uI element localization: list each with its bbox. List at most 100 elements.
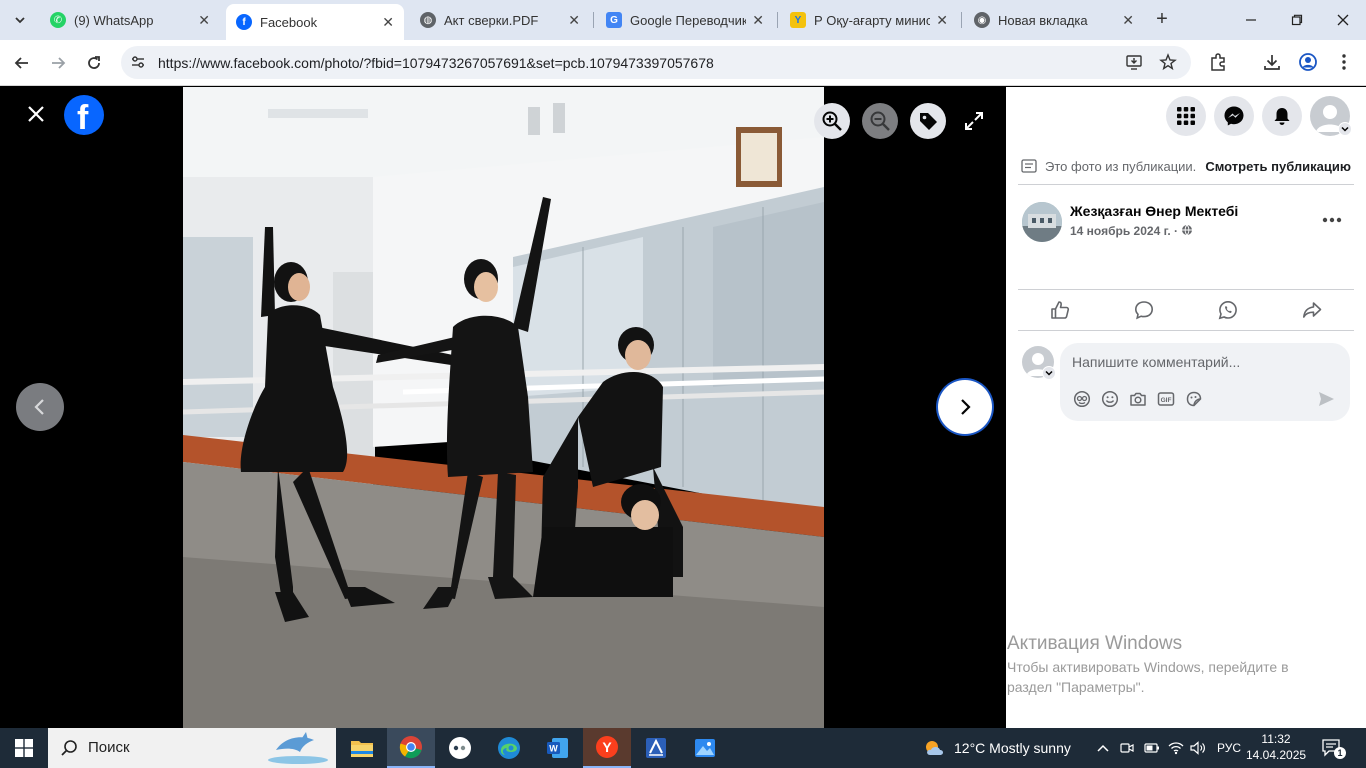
folder-icon: [351, 741, 373, 757]
profile-icon[interactable]: [1297, 52, 1319, 74]
post-photo[interactable]: [183, 87, 824, 728]
share-button[interactable]: [1290, 299, 1334, 321]
next-photo-button[interactable]: [941, 383, 989, 431]
comment-input[interactable]: Напишите комментарий... GIF: [1060, 343, 1350, 421]
messenger-button[interactable]: [1214, 96, 1254, 136]
send-icon: [1319, 392, 1334, 406]
taskbar-chrome[interactable]: [387, 728, 435, 768]
gif-button[interactable]: GIF: [1156, 389, 1176, 409]
tag-photo-button[interactable]: [910, 103, 946, 139]
post-text-icon: [1021, 159, 1037, 173]
sticker-button[interactable]: [1184, 389, 1204, 409]
from-post-bar: Это фото из публикации. Смотреть публика…: [1021, 155, 1351, 177]
tab-pdf[interactable]: ◍ Акт сверки.PDF ✕: [410, 5, 590, 35]
whatsapp-icon: [1218, 300, 1237, 320]
post-date[interactable]: 14 ноябрь 2024 г. ·: [1070, 224, 1193, 238]
more-options-icon: [1322, 217, 1342, 223]
chevron-right-icon: [961, 399, 971, 415]
language-indicator[interactable]: РУС: [1217, 728, 1241, 768]
arrow-right-icon: [52, 57, 66, 69]
previous-photo-button[interactable]: [16, 383, 64, 431]
meet-now-icon[interactable]: [1120, 728, 1134, 768]
tab-google-translate[interactable]: G Google Переводчик ✕: [596, 5, 774, 35]
taskbar-search-box[interactable]: Поиск: [48, 728, 336, 768]
post-date-text: 14 ноябрь 2024 г. ·: [1070, 224, 1179, 238]
chrome-menu-icon[interactable]: [1333, 52, 1355, 74]
tag-icon: [920, 113, 937, 130]
address-bar[interactable]: https://www.facebook.com/photo/?fbid=107…: [121, 46, 1191, 79]
battery-icon[interactable]: [1144, 728, 1160, 768]
site-info-icon[interactable]: [129, 54, 147, 72]
close-window-button[interactable]: [1320, 0, 1366, 40]
view-post-link[interactable]: Смотреть публикацию: [1205, 159, 1351, 174]
taskbar-edge[interactable]: [485, 728, 533, 768]
taskbar-photos[interactable]: [681, 728, 729, 768]
attach-photo-button[interactable]: [1128, 389, 1148, 409]
new-tab-button[interactable]: +: [1150, 8, 1174, 32]
tab-new-tab[interactable]: ◉ Новая вкладка ✕: [964, 5, 1144, 35]
system-clock[interactable]: 11:32 14.04.2025: [1246, 731, 1306, 763]
whatsapp-icon: ✆: [50, 12, 66, 28]
taskbar-yandex[interactable]: Y: [583, 728, 631, 768]
like-button[interactable]: [1038, 299, 1082, 321]
zoom-out-button[interactable]: [862, 103, 898, 139]
whatsapp-share-button[interactable]: [1206, 299, 1250, 321]
author-avatar[interactable]: [1022, 202, 1062, 242]
taskbar-app-blue[interactable]: [632, 728, 680, 768]
wifi-icon[interactable]: [1168, 728, 1184, 768]
tab-title: Новая вкладка: [998, 12, 1088, 28]
zoom-in-button[interactable]: [814, 103, 850, 139]
emoji-button[interactable]: [1100, 389, 1120, 409]
tab-ministry[interactable]: Y Р Оқу-ағарту минис ✕: [780, 5, 958, 35]
downloads-icon[interactable]: [1261, 52, 1283, 74]
tab-facebook[interactable]: f Facebook ✕: [226, 4, 404, 40]
close-viewer-button[interactable]: [20, 99, 52, 131]
close-icon: [1337, 14, 1349, 26]
chevron-down-icon[interactable]: [1042, 366, 1056, 380]
facebook-logo-icon[interactable]: f: [64, 95, 104, 137]
avatar-sticker-icon: [1073, 390, 1091, 408]
reload-button[interactable]: [80, 49, 108, 77]
tab-search-button[interactable]: [8, 8, 32, 32]
close-tab-icon[interactable]: ✕: [752, 12, 764, 29]
bookmark-star-icon[interactable]: [1158, 53, 1178, 73]
notifications-button[interactable]: [1262, 96, 1302, 136]
close-tab-icon[interactable]: ✕: [568, 12, 580, 29]
fullscreen-button[interactable]: [962, 109, 986, 133]
close-tab-icon[interactable]: ✕: [198, 12, 210, 29]
notification-center-button[interactable]: 1: [1320, 736, 1346, 760]
start-button[interactable]: [0, 728, 48, 768]
comment-button[interactable]: [1122, 299, 1166, 321]
author-name[interactable]: Жезқазған Өнер Мектебі: [1070, 203, 1238, 219]
post-options-button[interactable]: [1320, 207, 1344, 231]
forward-button[interactable]: [44, 49, 72, 77]
menu-button[interactable]: [1166, 96, 1206, 136]
taskbar-file-explorer[interactable]: [338, 728, 386, 768]
volume-icon[interactable]: [1190, 728, 1206, 768]
restore-button[interactable]: [1274, 0, 1320, 40]
back-button[interactable]: [8, 49, 36, 77]
avatar-sticker-button[interactable]: [1072, 389, 1092, 409]
camera-icon: [1130, 392, 1146, 406]
tab-separator: [593, 12, 594, 28]
weather-widget[interactable]: 12°C Mostly sunny: [922, 728, 1071, 768]
send-comment-button[interactable]: [1316, 389, 1336, 409]
tab-title: Google Переводчик: [630, 12, 747, 28]
taskbar-app-circle[interactable]: [436, 728, 484, 768]
reload-icon: [88, 56, 100, 69]
url-text[interactable]: https://www.facebook.com/photo/?fbid=107…: [158, 55, 714, 71]
close-tab-icon[interactable]: ✕: [936, 12, 948, 29]
restore-icon: [1291, 14, 1303, 26]
chevron-down-icon[interactable]: [1338, 122, 1352, 136]
install-app-icon[interactable]: [1124, 53, 1144, 73]
close-tab-icon[interactable]: ✕: [382, 14, 394, 31]
clock-date: 14.04.2025: [1246, 748, 1307, 762]
show-hidden-icons-button[interactable]: [1096, 728, 1110, 768]
taskbar-word[interactable]: W: [534, 728, 582, 768]
extensions-icon[interactable]: [1207, 52, 1229, 74]
close-tab-icon[interactable]: ✕: [1122, 12, 1134, 29]
share-icon: [1303, 302, 1322, 318]
minimize-button[interactable]: [1228, 0, 1274, 40]
tab-whatsapp[interactable]: ✆ (9) WhatsApp ✕: [40, 5, 220, 35]
chrome-icon: ◉: [974, 12, 990, 28]
